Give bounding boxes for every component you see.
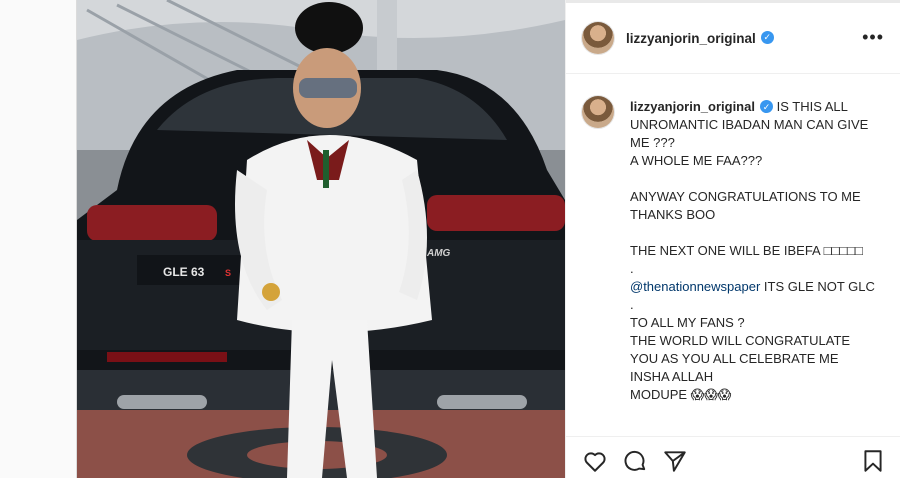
- caption-dot-2: .: [630, 297, 634, 312]
- more-options-icon[interactable]: •••: [862, 28, 884, 46]
- action-bar: [566, 436, 900, 479]
- caption-line-2: A WHOLE ME FAA???: [630, 153, 763, 168]
- heart-icon[interactable]: [582, 448, 608, 474]
- mention-tail: ITS GLE NOT GLC: [760, 279, 875, 294]
- post-photo[interactable]: GLE 63 S AMG: [77, 0, 565, 478]
- post-header: lizzyanjorin_original ✓ •••: [566, 3, 900, 74]
- comment-bubble-icon[interactable]: [622, 448, 648, 474]
- header-username[interactable]: lizzyanjorin_original: [626, 31, 756, 46]
- car-model-badge: GLE 63: [163, 265, 205, 279]
- caption-line-4: THANKS BOO: [630, 207, 716, 222]
- car-brand-badge: AMG: [426, 248, 451, 259]
- caption-avatar[interactable]: [582, 96, 614, 128]
- post-modal: GLE 63 S AMG lizzyanjorin_original ✓ •••…: [76, 0, 900, 478]
- caption-line-9: MODUPE 😱😱😱: [630, 387, 732, 402]
- caption-area: lizzyanjorin_original ✓ IS THIS ALL UNROM…: [566, 74, 900, 436]
- paper-plane-icon[interactable]: [662, 448, 688, 474]
- caption-line-7: THE WORLD WILL CONGRATULATE YOU AS YOU A…: [630, 333, 854, 366]
- post-sidebar: lizzyanjorin_original ✓ ••• lizzyanjorin…: [565, 0, 900, 478]
- caption-line-3: ANYWAY CONGRATULATIONS TO ME: [630, 189, 861, 204]
- caption-line-8: INSHA ALLAH: [630, 369, 714, 384]
- bookmark-icon[interactable]: [860, 448, 886, 474]
- caption-username[interactable]: lizzyanjorin_original: [630, 99, 755, 114]
- mention-link[interactable]: @thenationnewspaper: [630, 279, 760, 294]
- caption-line-5: THE NEXT ONE WILL BE IBEFA □□□□□: [630, 243, 863, 258]
- avatar[interactable]: [582, 22, 614, 54]
- verified-badge-icon: ✓: [760, 30, 774, 44]
- caption-dot-1: .: [630, 261, 634, 276]
- caption-text: lizzyanjorin_original ✓ IS THIS ALL UNROM…: [630, 98, 878, 404]
- caption-verified-badge-icon: ✓: [759, 100, 773, 114]
- post-photo-illustration: GLE 63 S AMG: [77, 0, 565, 478]
- caption-line-6: TO ALL MY FANS ?: [630, 315, 745, 330]
- car-model-badge-suffix: S: [225, 268, 231, 278]
